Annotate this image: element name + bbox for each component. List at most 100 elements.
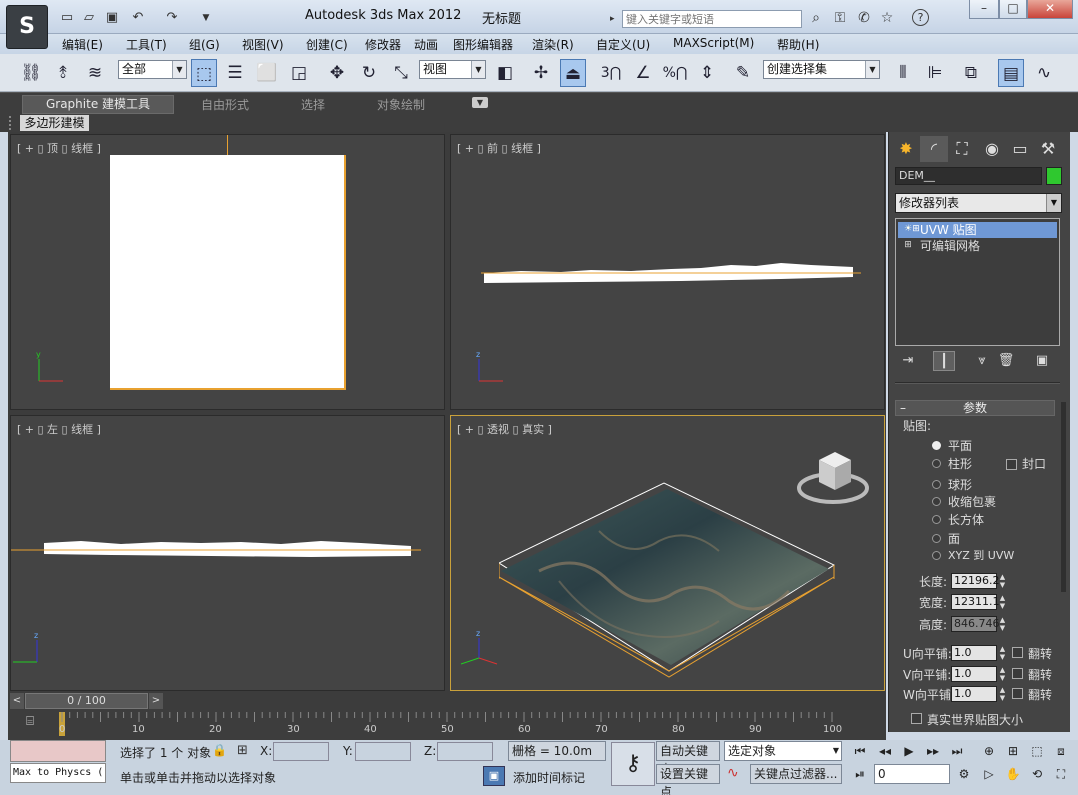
object-name-field[interactable]: DEM__: [895, 167, 1042, 185]
w-tile-field[interactable]: 1.0: [951, 686, 997, 702]
search-input[interactable]: [622, 10, 802, 28]
add-time-tag-button[interactable]: 添加时间标记: [513, 769, 585, 786]
panel-scrollbar[interactable]: [1061, 402, 1066, 592]
time-prev-button[interactable]: <: [10, 693, 24, 709]
menu-edit[interactable]: 编辑(E): [62, 36, 103, 53]
pin-stack-icon[interactable]: ⇥: [897, 351, 919, 371]
viewport-label[interactable]: [ + ▯ 透视 ▯ 真实 ]: [457, 421, 552, 437]
binoculars-icon[interactable]: ⌕: [806, 9, 826, 27]
favorites-icon[interactable]: ☆: [877, 9, 897, 27]
expand-icon[interactable]: ⊞: [902, 240, 914, 252]
set-key-icon[interactable]: ⚷: [611, 742, 655, 786]
field-of-view-icon[interactable]: ▷: [978, 764, 1000, 784]
motion-tab-icon[interactable]: ◉: [978, 136, 1006, 162]
layer-manager-icon[interactable]: ⧉: [958, 59, 984, 87]
u-flip-checkbox[interactable]: [1012, 647, 1023, 658]
time-next-button[interactable]: >: [149, 693, 163, 709]
time-tag-icon[interactable]: ▣: [483, 766, 505, 786]
expand-icon[interactable]: ⊞: [912, 224, 920, 236]
menu-maxscript[interactable]: MAXScript(M): [673, 36, 754, 50]
viewport-perspective[interactable]: [ + ▯ 透视 ▯ 真实 ] z: [450, 415, 885, 691]
y-coordinate-field[interactable]: [355, 742, 411, 761]
previous-frame-icon[interactable]: ◂◂: [874, 741, 896, 761]
pan-icon[interactable]: ✋: [1002, 764, 1024, 784]
lock-icon[interactable]: 🔒: [212, 743, 227, 757]
stack-item-uvw-map[interactable]: ☀ ⊞ UVW 贴图: [898, 222, 1057, 238]
bind-spacewarp-icon[interactable]: ≋: [82, 59, 108, 87]
spinner-snap-icon[interactable]: ⇕: [694, 59, 720, 87]
auto-key-button[interactable]: 自动关键点: [656, 741, 720, 776]
viewport-label[interactable]: [ + ▯ 前 ▯ 线框 ]: [457, 140, 541, 156]
terrain-object[interactable]: [110, 155, 346, 390]
polygon-modeling-panel[interactable]: 多边形建模: [20, 115, 89, 131]
radio-spherical[interactable]: [932, 480, 941, 489]
minimize-button[interactable]: –: [969, 0, 999, 19]
open-file-icon[interactable]: ▱: [79, 9, 99, 27]
radio-xyz-to-uvw[interactable]: [932, 551, 941, 560]
select-object-icon[interactable]: ⬚: [191, 59, 217, 87]
configure-sets-icon[interactable]: ▣: [1031, 351, 1053, 371]
keyboard-shortcut-override-icon[interactable]: ⏏: [560, 59, 586, 87]
select-manipulate-icon[interactable]: ✢: [528, 59, 554, 87]
menu-views[interactable]: 视图(V): [242, 36, 284, 53]
help-icon[interactable]: ?: [912, 9, 929, 26]
modify-tab-icon[interactable]: ◜: [920, 136, 948, 162]
u-tile-field[interactable]: 1.0: [951, 645, 997, 661]
radio-planar[interactable]: [932, 441, 941, 450]
cap-checkbox[interactable]: [1006, 459, 1017, 470]
track-bar[interactable]: ⌸ 0 10 20 30 40 50 60 70 80 90 100: [8, 710, 886, 740]
radio-cylindrical[interactable]: [932, 459, 941, 468]
new-file-icon[interactable]: ▭: [57, 9, 77, 27]
menu-modifiers[interactable]: 修改器: [365, 36, 401, 53]
unlink-icon[interactable]: ⥉: [50, 59, 76, 87]
percent-snap-icon[interactable]: %⋂: [662, 59, 688, 87]
play-icon[interactable]: ▶: [898, 741, 920, 761]
ribbon-options-icon[interactable]: ▼: [472, 97, 488, 108]
angle-snap-icon[interactable]: ∠: [630, 59, 656, 87]
modifier-list-dropdown[interactable]: 修改器列表 ▼: [895, 193, 1062, 213]
radio-box[interactable]: [932, 515, 941, 524]
create-tab-icon[interactable]: ✸: [892, 136, 920, 162]
v-tile-field[interactable]: 1.0: [951, 666, 997, 682]
edit-named-selection-icon[interactable]: ✎: [730, 59, 756, 87]
window-crossing-icon[interactable]: ◲: [286, 59, 312, 87]
maxscript-listener-input[interactable]: Max to Physcs (: [10, 763, 106, 783]
orbit-icon[interactable]: ⟲: [1026, 764, 1048, 784]
menu-help[interactable]: 帮助(H): [777, 36, 819, 53]
zoom-all-icon[interactable]: ⊞: [1002, 741, 1024, 761]
z-coordinate-field[interactable]: [437, 742, 493, 761]
v-flip-checkbox[interactable]: [1012, 668, 1023, 679]
w-flip-checkbox[interactable]: [1012, 688, 1023, 699]
tab-freeform[interactable]: 自由形式: [201, 96, 249, 113]
graphite-toggle-icon[interactable]: ▤: [998, 59, 1024, 87]
menu-group[interactable]: 组(G): [189, 36, 220, 53]
ref-coord-dropdown[interactable]: 视图 ▼: [419, 60, 486, 79]
scale-icon[interactable]: ⤡: [388, 59, 414, 87]
menu-create[interactable]: 创建(C): [306, 36, 348, 53]
zoom-extents-all-icon[interactable]: ⧈: [1050, 741, 1072, 761]
maximize-button[interactable]: □: [999, 0, 1027, 19]
menu-graph-editors[interactable]: 图形编辑器: [453, 36, 513, 53]
maxscript-listener-top[interactable]: [10, 740, 106, 762]
menu-animation[interactable]: 动画: [414, 36, 438, 53]
redo-icon[interactable]: ↷: [162, 9, 182, 27]
zoom-icon[interactable]: ⊕: [978, 741, 1000, 761]
undo-icon[interactable]: ↶: [128, 9, 148, 27]
time-slider-thumb[interactable]: 0 / 100: [25, 693, 148, 709]
rect-selection-icon[interactable]: ⬜: [254, 59, 280, 87]
current-frame-field[interactable]: 0: [874, 764, 950, 784]
key-mode-icon[interactable]: ∿: [727, 765, 739, 781]
width-field[interactable]: 12311.1: [951, 594, 1000, 610]
length-field[interactable]: 12196.2: [951, 573, 1000, 589]
terrain-3d-object[interactable]: [499, 481, 839, 681]
communication-icon[interactable]: ✆: [854, 9, 874, 27]
viewport-label[interactable]: [ + ▯ 顶 ▯ 线框 ]: [17, 140, 101, 156]
named-selection-dropdown[interactable]: 创建选择集 ▼: [763, 60, 880, 79]
tab-object-paint[interactable]: 对象绘制: [377, 96, 425, 113]
u-tile-spinner[interactable]: ▲ ▼: [998, 645, 1007, 661]
app-logo[interactable]: S: [6, 5, 48, 49]
radio-shrink-wrap[interactable]: [932, 497, 941, 506]
link-icon[interactable]: ⛓: [18, 59, 44, 87]
width-spinner[interactable]: ▲ ▼: [998, 594, 1007, 610]
mini-curve-editor-icon[interactable]: ⌸: [20, 714, 40, 732]
